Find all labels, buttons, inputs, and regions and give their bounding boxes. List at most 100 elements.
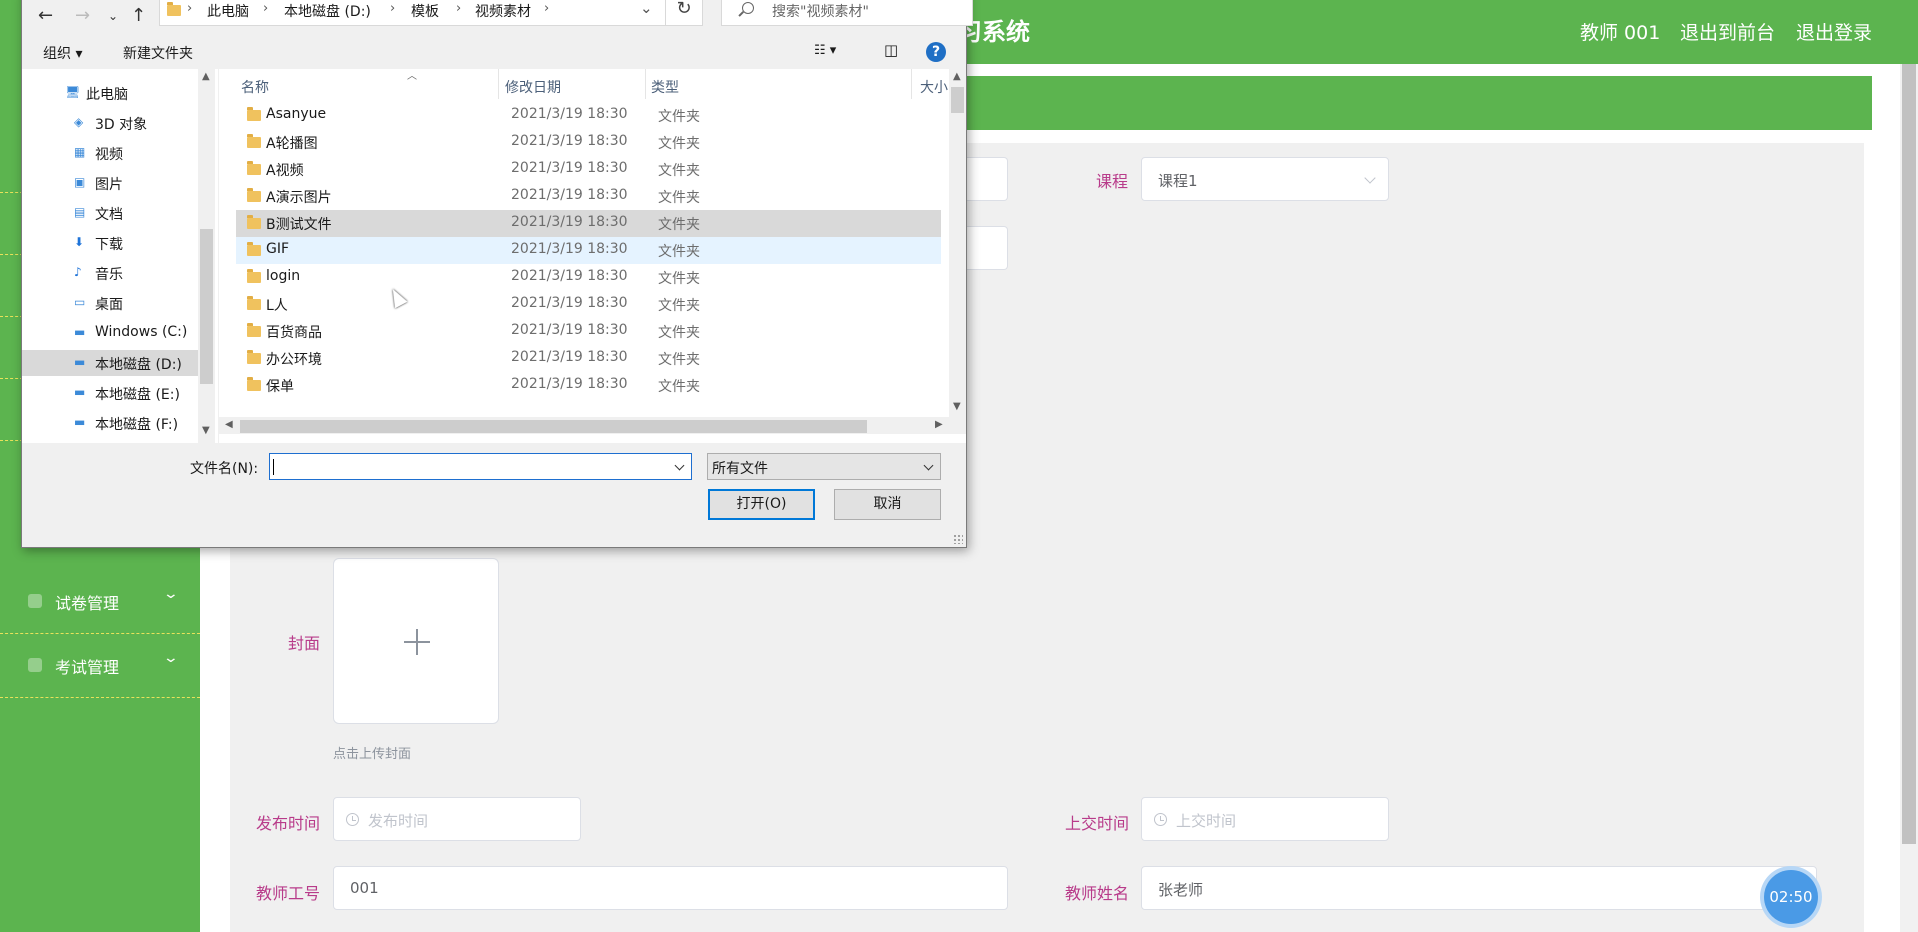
file-row[interactable]: A演示图片 2021/3/19 18:30 文件夹 [236, 183, 941, 210]
column-divider[interactable] [498, 69, 499, 99]
scrollbar-thumb[interactable] [200, 229, 213, 384]
course-select[interactable]: 课程1 [1141, 157, 1389, 201]
horizontal-scrollbar[interactable]: ◀ ▶ [219, 417, 966, 434]
nav-item[interactable]: ◈ 3D 对象 [22, 110, 198, 136]
submit-time-placeholder: 上交时间 [1176, 812, 1237, 830]
open-button[interactable]: 打开(O) [708, 489, 815, 520]
address-bar[interactable]: › 此电脑 › 本地磁盘 (D:) › 模板 › 视频素材 › ⌄ [159, 0, 666, 26]
view-options-icon[interactable]: ☷ ▾ [814, 43, 836, 58]
file-row[interactable]: GIF 2021/3/19 18:30 文件夹 [236, 237, 941, 264]
column-divider[interactable] [911, 69, 912, 99]
folder-icon [247, 134, 261, 148]
search-box[interactable]: 搜索"视频素材" [721, 0, 973, 26]
scroll-up-icon[interactable]: ▲ [953, 71, 961, 82]
submit-time-label: 上交时间 [1065, 814, 1130, 833]
scrollbar-thumb[interactable] [240, 420, 867, 433]
new-folder-button[interactable]: 新建文件夹 [123, 43, 193, 63]
file-list: 名称 ︿ 修改日期 类型 大小 ▲ ▼ ◀ ▶ Asanyue 2021/3/19… [219, 69, 966, 443]
file-date: 2021/3/19 18:30 [511, 241, 628, 257]
publish-time-picker[interactable]: 发布时间 [333, 797, 581, 841]
page-scrollbar[interactable] [1900, 64, 1918, 932]
breadcrumb-video-material[interactable]: 视频素材 [475, 1, 531, 21]
sidebar-item-exam[interactable]: 考试管理 ⌄ [0, 634, 200, 698]
help-icon[interactable]: ? [926, 42, 946, 62]
front-link[interactable]: 退出到前台 [1680, 18, 1775, 45]
nav-item[interactable]: 🖥 此电脑 [22, 80, 198, 106]
nav-item[interactable]: ▦ 视频 [22, 140, 198, 166]
user-link[interactable]: 教师 001 [1580, 18, 1660, 45]
scroll-left-icon[interactable]: ◀ [225, 419, 233, 430]
cover-uploader[interactable] [333, 558, 499, 724]
file-name: L人 [266, 298, 288, 314]
cube-icon: ◈ [74, 115, 84, 129]
video-icon: ▦ [74, 145, 86, 159]
nav-item[interactable]: ▬ 本地磁盘 (E:) [22, 380, 198, 406]
file-row[interactable]: A轮播图 2021/3/19 18:30 文件夹 [236, 129, 941, 156]
file-row[interactable]: L人 2021/3/19 18:30 文件夹 [236, 291, 941, 318]
preview-pane-icon[interactable]: ◫ [884, 41, 898, 59]
nav-item[interactable]: ▭ 桌面 [22, 290, 198, 316]
file-row[interactable]: 保单 2021/3/19 18:30 文件夹 [236, 372, 941, 399]
chevron-down-icon: ⌄ [162, 650, 180, 666]
up-arrow-icon[interactable]: ↑ [131, 5, 146, 26]
nav-item[interactable]: ⬇ 下载 [22, 230, 198, 256]
back-arrow-icon[interactable]: ← [38, 5, 53, 26]
scroll-right-icon[interactable]: ▶ [935, 419, 943, 430]
organize-button[interactable]: 组织 ▾ [43, 43, 82, 63]
chevron-down-icon[interactable] [674, 460, 685, 471]
scrollbar-thumb[interactable] [951, 87, 964, 113]
nav-item-label: 文档 [95, 207, 123, 223]
file-name: 百货商品 [266, 325, 322, 341]
breadcrumb-this-pc[interactable]: 此电脑 [207, 1, 249, 21]
teacher-name-input[interactable]: 张老师 [1141, 866, 1817, 910]
scroll-down-icon[interactable]: ▼ [953, 401, 961, 412]
file-list-scrollbar[interactable]: ▲ ▼ [949, 69, 966, 417]
drive-icon: ▬ [74, 355, 86, 369]
file-name: A轮播图 [266, 136, 318, 152]
nav-item[interactable]: ▤ 文档 [22, 200, 198, 226]
teacher-id-input[interactable]: 001 [333, 866, 1008, 910]
submit-time-picker[interactable]: 上交时间 [1141, 797, 1389, 841]
chevron-down-icon[interactable]: ⌄ [640, 0, 653, 17]
file-row[interactable]: login 2021/3/19 18:30 文件夹 [236, 264, 941, 291]
desktop-icon: ▭ [74, 295, 86, 309]
nav-item[interactable]: ▬ 本地磁盘 (F:) [22, 410, 198, 436]
scroll-down-icon[interactable]: ▼ [202, 425, 210, 436]
nav-item[interactable]: ▬ 本地磁盘 (D:) [22, 350, 198, 376]
cancel-button[interactable]: 取消 [834, 489, 941, 520]
cover-label: 封面 [288, 634, 321, 653]
nav-item[interactable]: ▣ 图片 [22, 170, 198, 196]
filename-input[interactable] [269, 453, 692, 480]
column-divider[interactable] [645, 69, 646, 99]
file-row[interactable]: 百货商品 2021/3/19 18:30 文件夹 [236, 318, 941, 345]
computer-icon: 🖥 [65, 85, 81, 99]
filetype-select[interactable]: 所有文件 [707, 453, 941, 480]
recent-dropdown-icon[interactable]: ⌄ [108, 9, 118, 23]
file-row[interactable]: Asanyue 2021/3/19 18:30 文件夹 [236, 102, 941, 129]
folder-icon [167, 2, 181, 16]
file-row[interactable]: 办公环境 2021/3/19 18:30 文件夹 [236, 345, 941, 372]
refresh-button[interactable]: ↻ [666, 0, 703, 26]
scrollbar-thumb[interactable] [1902, 64, 1916, 844]
course-value: 课程1 [1158, 172, 1198, 190]
nav-item[interactable]: ♪ 音乐 [22, 260, 198, 286]
file-date: 2021/3/19 18:30 [511, 187, 628, 203]
scroll-up-icon[interactable]: ▲ [202, 71, 210, 82]
breadcrumb-template[interactable]: 模板 [411, 1, 439, 21]
sidebar-item-label: 考试管理 [55, 658, 120, 677]
breadcrumb-separator: › [187, 1, 193, 16]
nav-item[interactable]: ▬ Windows (C:) [22, 320, 198, 346]
file-row[interactable]: B测试文件 2021/3/19 18:30 文件夹 [236, 210, 941, 237]
logout-link[interactable]: 退出登录 [1796, 18, 1872, 45]
forward-arrow-icon[interactable]: → [75, 5, 90, 26]
file-row[interactable]: A视频 2021/3/19 18:30 文件夹 [236, 156, 941, 183]
resize-grip-icon[interactable] [953, 534, 963, 544]
tree-scrollbar[interactable]: ▲ ▼ [198, 69, 215, 443]
course-label: 课程 [1096, 172, 1129, 191]
timer-badge[interactable]: 02:50 [1764, 870, 1818, 924]
sidebar-item-exam-paper[interactable]: 试卷管理 ⌄ [0, 570, 200, 634]
folder-icon [247, 242, 261, 256]
publish-time-placeholder: 发布时间 [368, 812, 429, 830]
nav-item-label: 本地磁盘 (E:) [95, 387, 180, 403]
breadcrumb-drive-d[interactable]: 本地磁盘 (D:) [284, 1, 371, 21]
